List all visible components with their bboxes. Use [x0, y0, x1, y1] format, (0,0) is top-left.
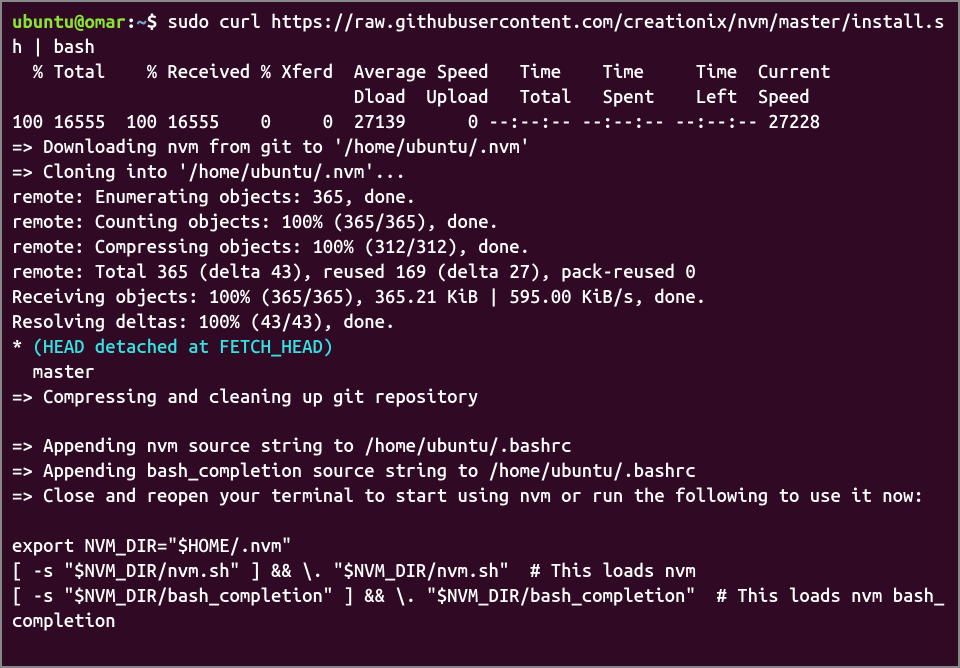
- output-line: remote: Total 365 (delta 43), reused 169…: [12, 260, 948, 285]
- output-line: [ -s "$NVM_DIR/nvm.sh" ] && \. "$NVM_DIR…: [12, 559, 948, 584]
- output-line: Dload Upload Total Spent Left Speed: [12, 85, 948, 110]
- output-line: => Close and reopen your terminal to sta…: [12, 484, 948, 509]
- git-head-line: * (HEAD detached at FETCH_HEAD): [12, 335, 948, 360]
- output-line: Receiving objects: 100% (365/365), 365.2…: [12, 285, 948, 310]
- prompt-line: ubuntu@omar:~$ sudo curl https://raw.git…: [12, 10, 948, 60]
- git-head-star: *: [12, 337, 33, 357]
- output-line: export NVM_DIR="$HOME/.nvm": [12, 534, 948, 559]
- output-line: => Compressing and cleaning up git repos…: [12, 385, 948, 410]
- output-line: => Downloading nvm from git to '/home/ub…: [12, 135, 948, 160]
- prompt-path: ~: [136, 12, 146, 32]
- output-line: % Total % Received % Xferd Average Speed…: [12, 60, 948, 85]
- git-head-detached: (HEAD detached at FETCH_HEAD): [33, 337, 333, 357]
- terminal-window[interactable]: ubuntu@omar:~$ sudo curl https://raw.git…: [12, 10, 948, 658]
- output-line: 100 16555 100 16555 0 0 27139 0 --:--:--…: [12, 110, 948, 135]
- prompt-at: @: [74, 12, 84, 32]
- output-line: => Appending bash_completion source stri…: [12, 459, 948, 484]
- output-line: [ -s "$NVM_DIR/bash_completion" ] && \. …: [12, 584, 948, 634]
- output-line: remote: Enumerating objects: 365, done.: [12, 185, 948, 210]
- prompt-user: ubuntu: [12, 12, 74, 32]
- output-line: => Cloning into '/home/ubuntu/.nvm'...: [12, 160, 948, 185]
- prompt-dollar: $: [147, 12, 157, 32]
- output-line: master: [12, 360, 948, 385]
- output-line: Resolving deltas: 100% (43/43), done.: [12, 310, 948, 335]
- output-blank-line: [12, 509, 948, 534]
- output-line: remote: Compressing objects: 100% (312/3…: [12, 235, 948, 260]
- output-line: remote: Counting objects: 100% (365/365)…: [12, 210, 948, 235]
- prompt-host: omar: [85, 12, 126, 32]
- output-line: => Appending nvm source string to /home/…: [12, 434, 948, 459]
- prompt-colon: :: [126, 12, 136, 32]
- output-blank-line: [12, 410, 948, 435]
